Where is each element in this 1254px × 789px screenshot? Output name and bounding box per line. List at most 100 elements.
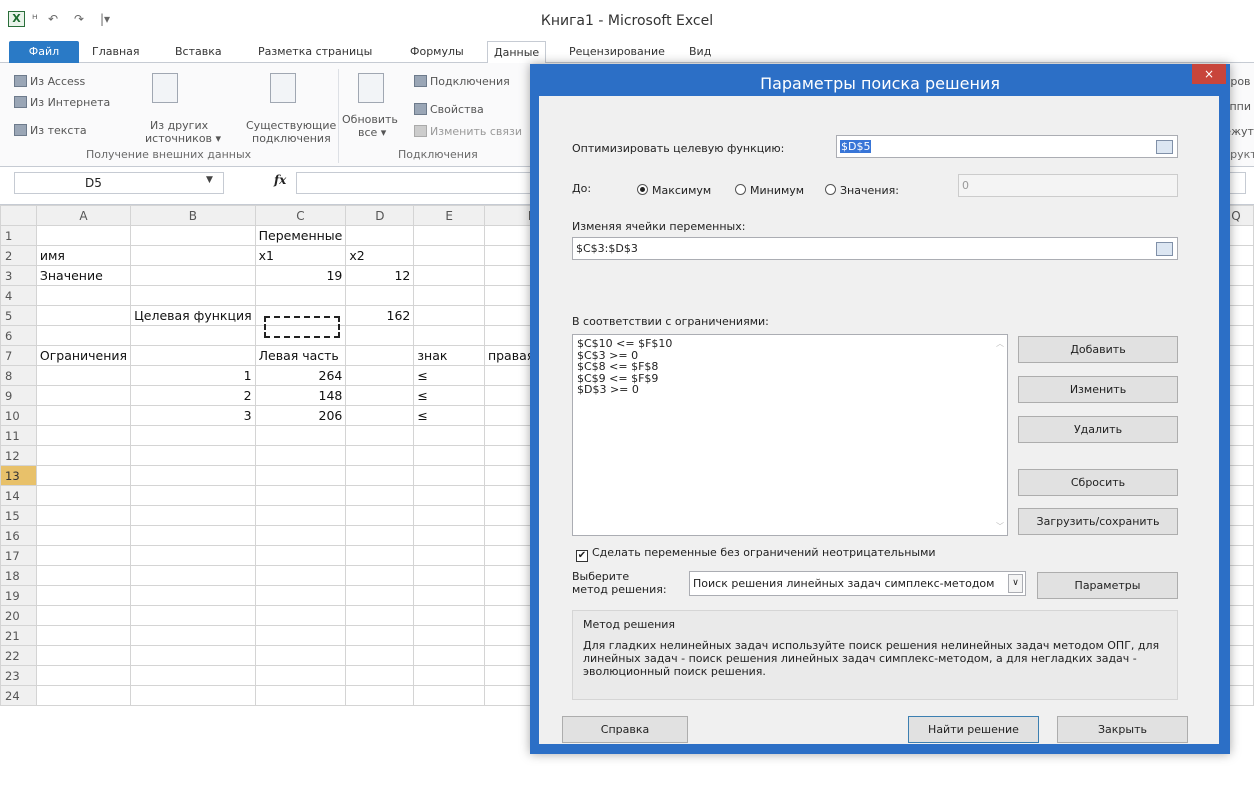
cell[interactable] [130, 605, 256, 626]
chevron-down-icon[interactable]: ∨ [1008, 574, 1023, 593]
cell[interactable] [413, 585, 485, 606]
change-button[interactable]: Изменить [1018, 376, 1178, 403]
cell[interactable] [413, 665, 485, 686]
function-icon[interactable]: fx [274, 173, 286, 187]
cell[interactable] [345, 285, 415, 306]
name-box-dropdown-icon[interactable]: ▼ [206, 175, 213, 185]
cell[interactable] [345, 665, 415, 686]
tab-view[interactable]: Вид [689, 41, 711, 63]
row-header[interactable]: 23 [0, 665, 37, 686]
tab-insert[interactable]: Вставка [175, 41, 222, 63]
cell[interactable] [345, 605, 415, 626]
from-text-button[interactable]: Из текста [14, 124, 87, 137]
cell[interactable] [130, 245, 256, 266]
cell[interactable] [345, 545, 415, 566]
cell[interactable] [254, 545, 347, 566]
row-header[interactable]: 10 [0, 405, 37, 426]
constraint-item[interactable]: $C$10 <= $F$10 [577, 338, 1003, 350]
row-header[interactable]: 24 [0, 685, 37, 706]
cell[interactable] [413, 425, 485, 446]
cell[interactable] [130, 525, 256, 546]
from-web-button[interactable]: Из Интернета [14, 96, 110, 109]
cell[interactable] [345, 625, 415, 646]
cell[interactable] [413, 545, 485, 566]
row-header[interactable]: 14 [0, 485, 37, 506]
cell[interactable] [345, 485, 415, 506]
constraint-item[interactable]: $D$3 >= 0 [577, 384, 1003, 396]
cell[interactable] [35, 225, 132, 246]
row-header[interactable]: 18 [0, 565, 37, 586]
solve-button[interactable]: Найти решение [908, 716, 1039, 743]
cell[interactable] [130, 445, 256, 466]
cell[interactable] [35, 425, 132, 446]
cell[interactable] [35, 625, 132, 646]
cell[interactable]: x2 [345, 245, 415, 266]
scroll-up-icon[interactable]: ︿ [996, 338, 1004, 349]
cell[interactable] [345, 685, 415, 706]
cell[interactable]: Переменные [254, 225, 347, 246]
cell[interactable]: 206 [254, 405, 347, 426]
existing-connections-label-1[interactable]: Существующие [246, 119, 336, 132]
cell[interactable] [254, 685, 347, 706]
row-header[interactable]: 20 [0, 605, 37, 626]
tab-formulas[interactable]: Формулы [410, 41, 464, 63]
cell[interactable] [254, 645, 347, 666]
cell[interactable]: Значение [35, 265, 132, 286]
cell[interactable] [413, 485, 485, 506]
cell[interactable] [254, 465, 347, 486]
cell[interactable]: 1 [130, 365, 256, 386]
cell[interactable] [130, 585, 256, 606]
cell[interactable]: ≤ [413, 365, 485, 386]
row-header[interactable]: 11 [0, 425, 37, 446]
cell[interactable] [254, 505, 347, 526]
cell[interactable] [345, 405, 415, 426]
cell[interactable] [345, 585, 415, 606]
column-header[interactable]: C [254, 205, 347, 226]
row-header[interactable]: 3 [0, 265, 37, 286]
column-header[interactable]: E [413, 205, 485, 226]
nonnegative-checkbox[interactable]: ✔ Сделать переменные без ограничений неот… [576, 546, 936, 562]
cell[interactable] [345, 365, 415, 386]
cell[interactable] [413, 285, 485, 306]
row-header[interactable]: 13 [0, 465, 37, 486]
constraint-item[interactable]: $C$9 <= $F$9 [577, 372, 1003, 385]
range-select-icon[interactable] [1156, 242, 1173, 256]
cell[interactable] [413, 645, 485, 666]
cell[interactable] [130, 285, 256, 306]
cell[interactable] [35, 585, 132, 606]
cell[interactable] [413, 465, 485, 486]
delete-button[interactable]: Удалить [1018, 416, 1178, 443]
other-sources-label-1[interactable]: Из других [150, 119, 208, 132]
cell[interactable] [35, 285, 132, 306]
cell[interactable] [413, 525, 485, 546]
radio-maximum[interactable]: Максимум [637, 184, 711, 197]
cell[interactable] [413, 445, 485, 466]
constraint-item[interactable]: $C$8 <= $F$8 [577, 361, 1003, 373]
existing-connections-label-2[interactable]: подключения [252, 132, 331, 145]
cell[interactable] [413, 245, 485, 266]
constraints-list[interactable]: $C$10 <= $F$10 $C$3 >= 0 $C$8 <= $F$8 $C… [572, 334, 1008, 536]
cell[interactable]: 162 [345, 305, 415, 326]
cell[interactable]: 12 [345, 265, 415, 286]
variables-field[interactable]: $C$3:$D$3 [572, 237, 1178, 260]
cell[interactable] [130, 645, 256, 666]
cell[interactable] [413, 565, 485, 586]
cell[interactable] [130, 325, 256, 346]
method-select[interactable]: Поиск решения линейных задач симплекс-ме… [689, 571, 1026, 596]
cell[interactable] [254, 625, 347, 646]
cell[interactable] [130, 485, 256, 506]
cell[interactable] [35, 365, 132, 386]
cell[interactable] [345, 385, 415, 406]
add-button[interactable]: Добавить [1018, 336, 1178, 363]
value-of-field[interactable]: 0 [958, 174, 1178, 197]
column-header[interactable]: D [345, 205, 415, 226]
row-header[interactable]: 2 [0, 245, 37, 266]
cell[interactable] [413, 305, 485, 326]
cell[interactable] [345, 525, 415, 546]
column-header[interactable]: A [35, 205, 132, 226]
cell[interactable]: 19 [254, 265, 347, 286]
objective-field[interactable]: $D$5 [836, 135, 1178, 158]
cell[interactable] [130, 565, 256, 586]
cell[interactable] [130, 265, 256, 286]
cell[interactable] [413, 685, 485, 706]
